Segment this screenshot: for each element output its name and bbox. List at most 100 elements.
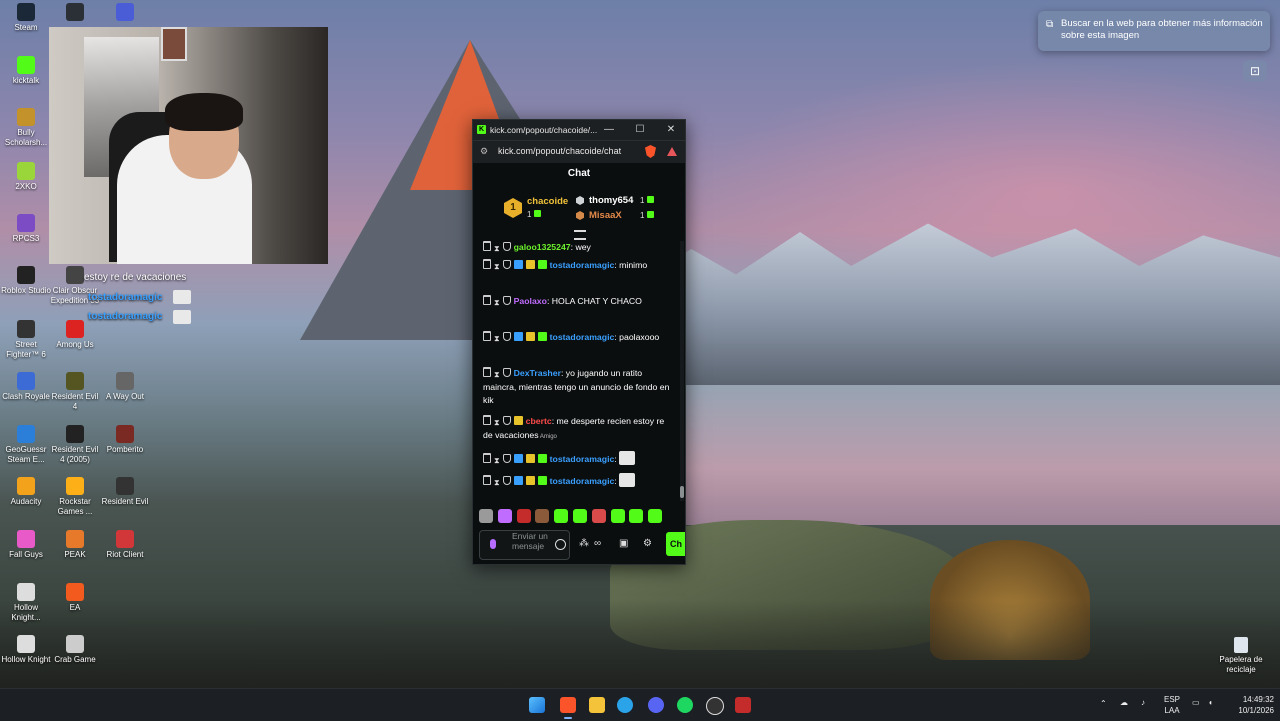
desktop-icon[interactable]: GeoGuessr Steam E... [0,425,52,465]
emote-button[interactable] [573,509,587,523]
brave-rewards-icon[interactable] [667,147,677,156]
site-settings-icon[interactable]: ⚙ [480,146,488,157]
desktop-icon[interactable]: Street Fighter™ 6 [0,320,52,360]
emote-button[interactable] [535,509,550,523]
desktop-icon[interactable]: Crab Game [49,635,101,665]
chat-username[interactable]: galoo1325247 [514,242,571,252]
collapse-leaderboard-icon[interactable] [574,230,586,240]
desktop-icon[interactable]: Resident Evil 4 (2005) [49,425,101,465]
desktop-icon[interactable]: 2XKO [0,162,52,192]
recording-app-icon[interactable] [735,697,751,713]
minimize-button[interactable]: — [599,123,619,137]
chat-message[interactable]: ⧗ galoo1325247: wey [483,241,673,255]
chat-settings-icon[interactable]: ⚙ [643,538,652,549]
chat-message[interactable]: ⧗ DexTrasher: yo jugando un ratito maincr… [483,367,673,407]
desktop-icon[interactable]: Clash Royale [0,372,52,402]
desktop-icon[interactable]: RPCS3 [0,214,52,244]
display-tray-icon[interactable]: ▭ [1192,698,1200,707]
desktop-icon[interactable]: Roblox Studio [0,266,52,296]
desktop-icon[interactable]: Rockstar Games ... [49,477,101,517]
desktop-icon[interactable]: Fall Guys [0,530,52,560]
desktop-icon[interactable]: kicktalk [0,56,52,86]
chat-scrollbar[interactable] [680,241,684,501]
leader-third-name[interactable]: MisaaX [589,210,622,221]
obs-icon[interactable] [706,697,724,715]
show-hidden-icons-icon[interactable]: ⌃ [1100,699,1107,708]
microphone-icon[interactable] [490,539,496,549]
chat-username[interactable]: DexTrasher [514,368,561,378]
lens-capture-button[interactable]: ⊡ [1243,60,1267,82]
desktop-icon[interactable]: Resident Evil 4 [49,372,101,412]
window-titlebar[interactable]: K kick.com/popout/chacoide/... — ☐ ✕ [473,120,685,140]
recycle-bin[interactable]: Papelera de reciclaje [1215,637,1267,675]
chat-message[interactable]: ⧗ tostadoramagic: [483,451,673,467]
emote-button[interactable] [648,509,663,523]
chat-message[interactable]: ⧗ tostadoramagic: [483,473,673,489]
desktop-icon[interactable]: Among Us [49,320,101,350]
maximize-button[interactable]: ☐ [630,123,650,137]
chat-username[interactable]: tostadoramagic [550,332,615,342]
send-chat-button[interactable]: Ch [666,532,685,556]
start-button-icon[interactable] [529,697,545,713]
overlay-chat-line: estoy re de vacaciones [84,272,187,283]
input-language[interactable]: ESP LAA [1160,694,1184,716]
chat-input[interactable]: Enviar un mensaje [479,530,570,560]
user-badge-icon [483,475,491,485]
app-icon [17,320,35,338]
chat-username[interactable]: tostadoramagic [550,260,615,270]
close-button[interactable]: ✕ [661,123,681,137]
chat-username[interactable]: cbertc [526,416,552,426]
chat-message-list[interactable]: ⧗ galoo1325247: wey ⧗ tostadoramagic: minim… [473,241,679,501]
network-tray-icon[interactable]: ☁ [1120,698,1128,707]
url-text[interactable]: kick.com/popout/chacoide/chat [498,146,621,156]
infinity-icon[interactable]: ∞ [594,538,601,549]
gift-icon[interactable]: ⁂ [579,538,589,549]
chat-message[interactable]: ⧗ cbertc: me desperte recien estoy re de … [483,415,673,444]
desktop-icon[interactable]: EA [49,583,101,613]
chat-username[interactable]: Paolaxo [514,296,547,306]
emote-button[interactable] [497,509,512,523]
desktop-icon[interactable] [49,3,101,23]
emote-button[interactable] [554,509,569,523]
emote-button[interactable] [516,509,531,523]
desktop-icon[interactable]: Bully Scholarsh... [0,108,52,148]
emote-button[interactable] [479,509,493,523]
app-icon [17,583,35,601]
desktop-icon[interactable]: Steam [0,3,52,33]
chat-username[interactable]: tostadoramagic [550,476,615,486]
leader-first-name[interactable]: chacoide [527,196,568,207]
brave-shield-icon[interactable] [645,145,656,158]
desktop-icon[interactable]: A Way Out [99,372,151,402]
desktop-icon-label: kicktalk [12,76,40,85]
leader-second-name[interactable]: thomy654 [589,195,633,206]
emote-button[interactable] [591,509,606,523]
address-bar[interactable]: ⚙ kick.com/popout/chacoide/chat [473,140,685,163]
desktop-icon[interactable]: Pomberito [99,425,151,455]
desktop-icon[interactable]: Hollow Knight [0,635,52,665]
bing-icon[interactable] [617,697,633,713]
app-icon [17,3,35,21]
emote-button[interactable] [610,509,625,523]
user-badge-icon [502,242,511,251]
volume-icon[interactable]: ◖ [1208,698,1213,707]
desktop-icon[interactable] [99,3,151,23]
desktop-icon[interactable]: Resident Evil [99,477,151,507]
chat-username[interactable]: tostadoramagic [550,454,615,464]
store-icon[interactable]: ▣ [619,538,628,549]
lens-search-tooltip[interactable]: ⧉ Buscar en la web para obtener más info… [1038,11,1270,51]
chat-message[interactable]: ⧗ tostadoramagic: minimo [483,259,673,273]
clock[interactable]: 14:49:32 10/1/2026 [1228,694,1274,716]
emote-button[interactable] [629,509,644,523]
file-explorer-icon[interactable] [589,697,605,713]
mic-tray-icon[interactable]: ♪ [1141,698,1145,707]
chat-message[interactable]: ⧗ Paolaxo: HOLA CHAT Y CHACO [483,295,673,309]
desktop-icon[interactable]: Audacity [0,477,52,507]
brave-browser-icon[interactable] [560,697,576,713]
desktop-icon[interactable]: Hollow Knight... [0,583,52,623]
desktop-icon[interactable]: Riot Client [99,530,151,560]
chat-message[interactable]: ⧗ tostadoramagic: paolaxooo [483,331,673,345]
discord-icon[interactable] [648,697,664,713]
desktop-icon[interactable]: PEAK [49,530,101,560]
emoji-picker-icon[interactable] [555,539,566,550]
spotify-icon[interactable] [677,697,693,713]
